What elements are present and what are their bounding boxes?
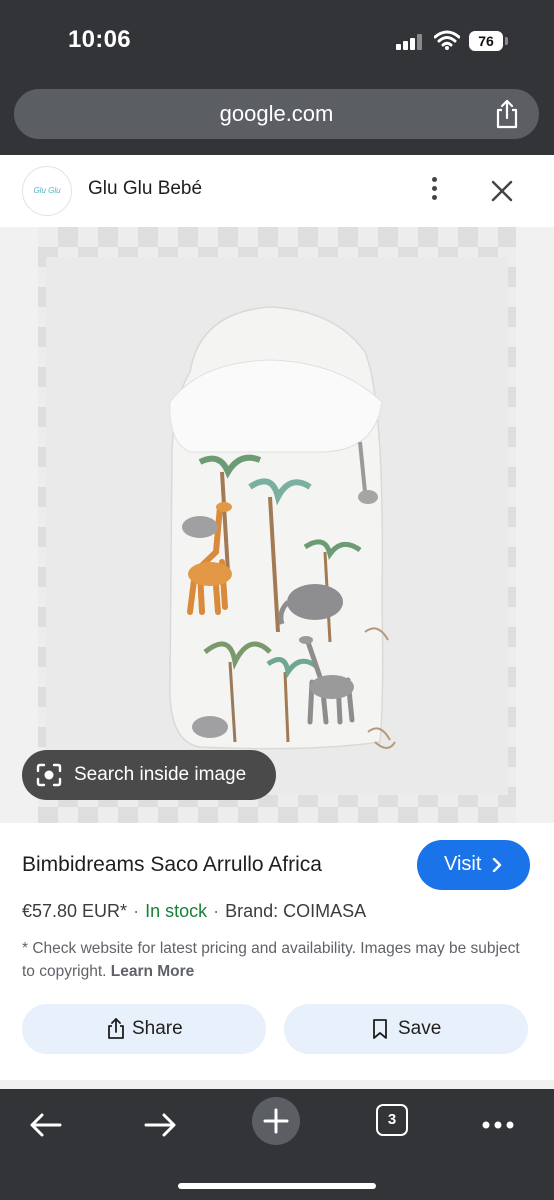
url-text: google.com	[219, 101, 334, 126]
product-brand: Brand: COIMASA	[225, 901, 367, 921]
address-bar[interactable]: igoogle.com	[14, 89, 539, 940]
status-time: 10:06	[68, 26, 131, 53]
search-inside-image-label: Search inside image	[74, 764, 247, 785]
search-inside-image-button[interactable]: Search inside image	[22, 750, 276, 800]
product-price: €57.80 EUR*	[22, 901, 128, 921]
close-icon[interactable]	[488, 177, 516, 205]
product-info-panel: Bimbidreams Saco Arrullo Africa Visit €5…	[0, 823, 554, 1088]
chevron-right-icon	[492, 858, 502, 872]
product-meta: €57.80 EUR* · In stock · Brand: COIMASA	[22, 901, 367, 921]
share-icon	[108, 1018, 124, 1039]
save-label: Save	[398, 1018, 442, 1039]
share-icon[interactable]	[493, 99, 521, 129]
product-image	[169, 306, 396, 750]
battery-cap	[505, 37, 508, 45]
more-icon[interactable]	[478, 1105, 518, 1145]
visit-button[interactable]: Visit	[417, 840, 530, 890]
stock-status: In stock	[145, 901, 208, 921]
product-image-area[interactable]: Search inside image	[0, 227, 554, 823]
save-button[interactable]: Save	[284, 1004, 528, 1054]
new-tab-button[interactable]	[252, 1097, 300, 1145]
back-arrow-icon[interactable]	[26, 1105, 66, 1145]
share-button[interactable]: Share	[22, 1004, 266, 1054]
forward-arrow-icon[interactable]	[140, 1105, 180, 1145]
site-header: Glu Glu Glu Glu Bebé	[0, 155, 554, 227]
disclaimer-text: * Check website for latest pricing and a…	[22, 940, 520, 980]
wifi-icon	[434, 30, 460, 50]
cellular-signal-icon	[396, 34, 424, 50]
battery-indicator: 76	[469, 31, 503, 51]
bookmark-icon	[373, 1019, 387, 1039]
site-name[interactable]: Glu Glu Bebé	[88, 178, 202, 200]
lens-icon	[36, 763, 62, 787]
more-options-icon[interactable]	[424, 177, 444, 205]
browser-chrome: 10:06 76 igoogle.com	[0, 0, 554, 940]
plus-icon	[263, 1108, 289, 1134]
product-title[interactable]: Bimbidreams Saco Arrullo Africa	[22, 853, 322, 877]
tabs-button[interactable]: 3	[376, 1104, 408, 1136]
home-indicator[interactable]	[178, 1183, 376, 1189]
visit-label: Visit	[444, 853, 482, 875]
learn-more-link[interactable]: Learn More	[111, 963, 195, 980]
site-logo[interactable]: Glu Glu	[22, 166, 72, 216]
share-label: Share	[132, 1018, 183, 1039]
url-display[interactable]: igoogle.com	[14, 101, 539, 940]
